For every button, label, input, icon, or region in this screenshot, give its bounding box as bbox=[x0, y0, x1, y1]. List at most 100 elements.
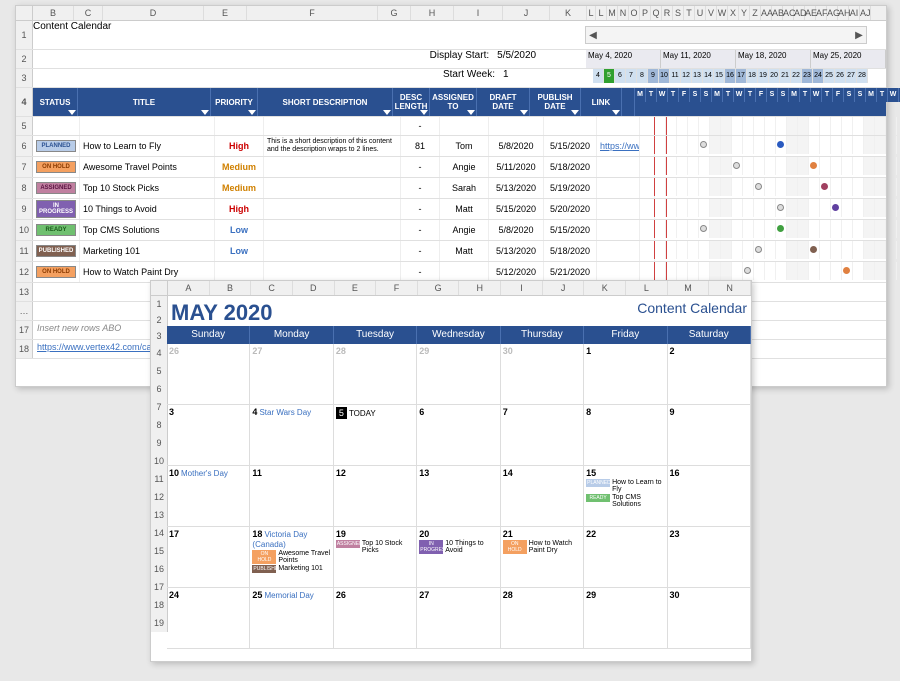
row-7[interactable]: 7 bbox=[16, 157, 33, 177]
cal-col-B[interactable]: B bbox=[210, 281, 252, 295]
gantt-cell[interactable] bbox=[688, 117, 699, 135]
dropdown-icon[interactable] bbox=[571, 110, 579, 115]
gantt-cell[interactable] bbox=[699, 241, 710, 259]
row-6[interactable]: 6 bbox=[16, 136, 33, 156]
gantt-cell[interactable] bbox=[710, 220, 721, 238]
priority-cell[interactable]: Low bbox=[215, 241, 264, 261]
col-V[interactable]: V bbox=[706, 6, 717, 20]
calendar-day[interactable]: 4Star Wars Day bbox=[250, 405, 333, 465]
gantt-cell[interactable] bbox=[732, 199, 743, 217]
gantt-cell[interactable] bbox=[655, 241, 666, 259]
cal-row-2[interactable]: 2 bbox=[151, 312, 168, 328]
gantt-cell[interactable] bbox=[743, 157, 754, 175]
col-J[interactable]: J bbox=[503, 6, 550, 20]
gantt-cell[interactable] bbox=[699, 220, 710, 238]
col-O[interactable]: O bbox=[629, 6, 640, 20]
priority-cell[interactable]: High bbox=[215, 199, 264, 219]
col-K[interactable]: K bbox=[550, 6, 587, 20]
cal-col-E[interactable]: E bbox=[335, 281, 377, 295]
gantt-cell[interactable] bbox=[754, 262, 765, 280]
cal-row-1[interactable]: 1 bbox=[151, 296, 168, 312]
gantt-cell[interactable] bbox=[798, 220, 809, 238]
gantt-cell[interactable] bbox=[831, 136, 842, 154]
gantt-cell[interactable] bbox=[754, 220, 765, 238]
gantt-cell[interactable] bbox=[831, 262, 842, 280]
gantt-cell[interactable] bbox=[787, 117, 798, 135]
row-2[interactable]: 2 bbox=[16, 50, 33, 68]
col-AA[interactable]: AA bbox=[761, 6, 772, 20]
cal-col-L[interactable]: L bbox=[626, 281, 668, 295]
gantt-cell[interactable] bbox=[842, 136, 853, 154]
gantt-cell[interactable] bbox=[666, 199, 677, 217]
gantt-cell[interactable] bbox=[864, 136, 875, 154]
row-3[interactable]: 3 bbox=[16, 69, 33, 87]
calendar-day[interactable]: 30 bbox=[501, 344, 584, 404]
gantt-cell[interactable] bbox=[688, 262, 699, 280]
hdr-priority[interactable]: PRIORITY bbox=[211, 88, 258, 116]
dropdown-icon[interactable] bbox=[420, 110, 428, 115]
cal-row-7[interactable]: 7 bbox=[151, 398, 168, 416]
gantt-scroller[interactable]: ◀ ▶ bbox=[585, 26, 867, 44]
hdr-assigned[interactable]: ASSIGNED TO bbox=[430, 88, 477, 116]
gantt-cell[interactable] bbox=[886, 117, 897, 135]
dropdown-icon[interactable] bbox=[248, 110, 256, 115]
gantt-cell[interactable] bbox=[765, 262, 776, 280]
gantt-cell[interactable] bbox=[831, 220, 842, 238]
gantt-cell[interactable] bbox=[699, 157, 710, 175]
gantt-cell[interactable] bbox=[798, 262, 809, 280]
cal-row-12[interactable]: 12 bbox=[151, 488, 168, 506]
gantt-cell[interactable] bbox=[886, 262, 897, 280]
publish-date-cell[interactable]: 5/15/2020 bbox=[544, 220, 597, 240]
col-L[interactable]: L bbox=[587, 6, 596, 20]
publish-date-cell[interactable]: 5/21/2020 bbox=[544, 262, 597, 282]
gantt-cell[interactable] bbox=[809, 241, 820, 259]
calendar-day[interactable]: 25Memorial Day bbox=[250, 588, 333, 648]
gantt-cell[interactable] bbox=[864, 178, 875, 196]
calendar-day[interactable]: 28 bbox=[334, 344, 417, 404]
gantt-cell[interactable] bbox=[655, 117, 666, 135]
gantt-cell[interactable] bbox=[743, 262, 754, 280]
status-badge[interactable]: PLANNED bbox=[36, 140, 76, 152]
col-AG[interactable]: AG bbox=[827, 6, 838, 20]
col-Y[interactable]: Y bbox=[739, 6, 750, 20]
gantt-cell[interactable] bbox=[710, 262, 721, 280]
calendar-day[interactable]: 2 bbox=[668, 344, 751, 404]
publish-date-cell[interactable]: 5/15/2020 bbox=[544, 136, 597, 156]
gantt-cell[interactable] bbox=[776, 220, 787, 238]
gantt-cell[interactable] bbox=[710, 199, 721, 217]
cal-row-19[interactable]: 19 bbox=[151, 614, 168, 632]
col-Q[interactable]: Q bbox=[651, 6, 662, 20]
hdr-publish[interactable]: PUBLISH DATE bbox=[530, 88, 581, 116]
calendar-day[interactable]: 23 bbox=[668, 527, 751, 587]
gantt-cell[interactable] bbox=[655, 157, 666, 175]
gantt-cell[interactable] bbox=[666, 262, 677, 280]
gantt-cell[interactable] bbox=[809, 117, 820, 135]
gantt-cell[interactable] bbox=[820, 241, 831, 259]
desc-cell[interactable] bbox=[264, 220, 401, 240]
gantt-cell[interactable] bbox=[754, 199, 765, 217]
gantt-cell[interactable] bbox=[776, 178, 787, 196]
cal-col-D[interactable]: D bbox=[293, 281, 335, 295]
gantt-cell[interactable] bbox=[853, 157, 864, 175]
gantt-cell[interactable] bbox=[776, 262, 787, 280]
gantt-cell[interactable] bbox=[886, 178, 897, 196]
gantt-cell[interactable] bbox=[710, 136, 721, 154]
gantt-cell[interactable] bbox=[655, 220, 666, 238]
gantt-cell[interactable] bbox=[743, 178, 754, 196]
gantt-cell[interactable] bbox=[721, 262, 732, 280]
dropdown-icon[interactable] bbox=[201, 110, 209, 115]
calendar-day[interactable]: 1 bbox=[584, 344, 667, 404]
cal-row-8[interactable]: 8 bbox=[151, 416, 168, 434]
scroll-right-icon[interactable]: ▶ bbox=[852, 30, 866, 41]
gantt-cell[interactable] bbox=[820, 199, 831, 217]
gantt-cell[interactable] bbox=[875, 262, 886, 280]
gantt-cell[interactable] bbox=[853, 220, 864, 238]
calendar-day[interactable]: 14 bbox=[501, 466, 584, 526]
calendar-day[interactable]: 5 TODAY bbox=[334, 405, 417, 465]
link-cell[interactable] bbox=[597, 262, 640, 282]
gantt-cell[interactable] bbox=[743, 241, 754, 259]
assigned-cell[interactable]: Tom bbox=[440, 136, 489, 156]
gantt-cell[interactable] bbox=[787, 241, 798, 259]
desc-cell[interactable] bbox=[264, 199, 401, 219]
gantt-cell[interactable] bbox=[831, 178, 842, 196]
